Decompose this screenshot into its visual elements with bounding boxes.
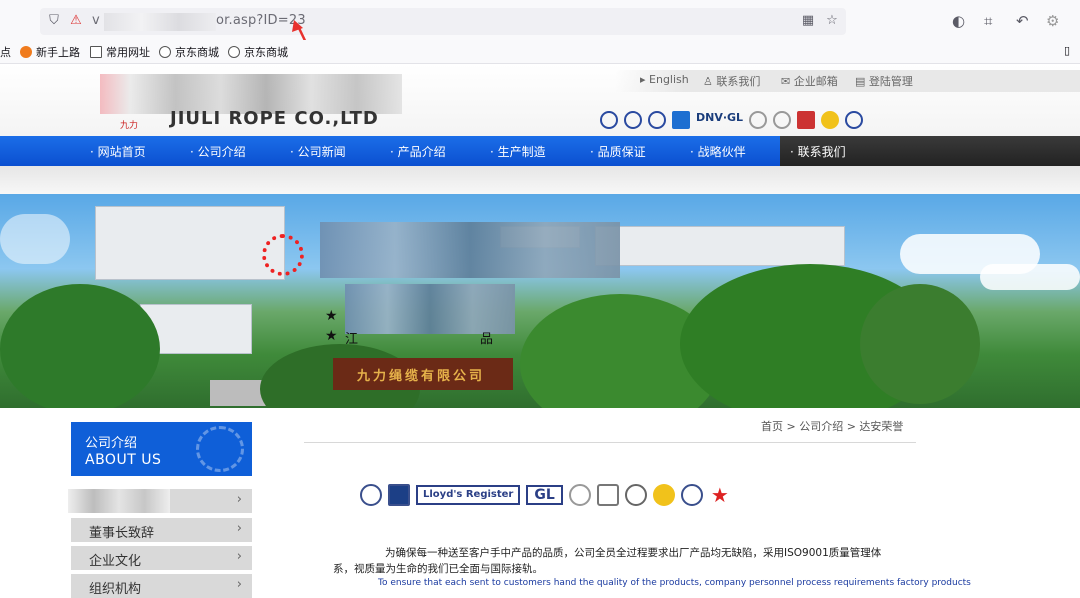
sidebar-item-redacted-text [68, 489, 170, 513]
sidebar-title: 公司介绍 [85, 436, 138, 451]
url-prefix: v [92, 13, 100, 28]
sub-nav-bar [0, 166, 1080, 194]
honor-emblem-icon [568, 484, 591, 506]
cert-icon [773, 111, 792, 129]
star-icon: ★ [325, 308, 338, 324]
intro-paragraph-cn: 为确保每一种送至客户手中产品的品质，公司全员全过程要求出厂产品均无缺陷，采用IS… [333, 547, 882, 575]
cert-icon [624, 111, 642, 129]
shield-icon[interactable]: ⛉ [46, 13, 62, 29]
nav-news[interactable]: · 公司新闻 [290, 143, 346, 160]
crop-icon[interactable]: ⌗ [984, 12, 992, 30]
lock-warning-icon[interactable]: ⚠ [68, 13, 84, 29]
undo-icon[interactable]: ↶ [1016, 12, 1029, 30]
honor-emblem-icon [388, 484, 410, 506]
qr-code-icon[interactable]: ▦ [800, 13, 816, 29]
company-sign: 九力绳缆有限公司 [333, 358, 513, 390]
certification-logos: DNV·GL [600, 110, 864, 130]
cert-icon [821, 111, 840, 129]
sidebar-item-chairman[interactable]: 董事长致辞 › [71, 518, 252, 542]
mobile-bookmarks-icon[interactable]: ▯ [1064, 44, 1070, 57]
banner-text: 江 [345, 332, 359, 347]
english-link[interactable]: ▸ English [640, 73, 689, 86]
mail-link[interactable]: ✉ 企业邮箱 [781, 73, 838, 89]
cert-icon [672, 111, 690, 129]
eagle-emblem-icon [596, 484, 619, 506]
cloud [980, 264, 1080, 290]
cert-icon [749, 111, 768, 129]
chevron-right-icon: › [236, 521, 242, 536]
nav-manufacturing[interactable]: · 生产制造 [490, 143, 546, 160]
building [595, 226, 845, 266]
intro-paragraph-en: To ensure that each sent to customers ha… [378, 578, 971, 588]
nav-products[interactable]: · 产品介绍 [390, 143, 446, 160]
nav-about[interactable]: · 公司介绍 [190, 143, 246, 160]
cloud [0, 214, 70, 264]
firefox-icon [20, 46, 32, 58]
honor-emblem-icon [680, 484, 703, 506]
star-icon: ★ [325, 328, 338, 344]
sidebar-item-label: 董事长致辞 [89, 526, 155, 541]
sidebar-item-culture[interactable]: 企业文化 › [71, 546, 252, 570]
honor-logos: Lloyd's Register GL ★ [360, 484, 731, 506]
company-emblem-icon [262, 234, 304, 276]
chevron-right-icon: › [236, 577, 242, 592]
sidebar-header: 公司介绍 ABOUT US [71, 422, 252, 476]
honor-badge-icon [652, 484, 675, 506]
bookmark-item[interactable]: 京东商城 [228, 44, 288, 60]
decorative-circle-icon [196, 426, 244, 472]
honor-emblem-icon [360, 484, 382, 506]
admin-login-link[interactable]: ▤ 登陆管理 [855, 73, 913, 89]
cert-icon [648, 111, 666, 129]
banner-text: 品 [480, 332, 494, 347]
cert-icon [600, 111, 618, 129]
sidebar-item-organization[interactable]: 组织机构 › [71, 574, 252, 598]
dnv-gl-logo: DNV·GL [696, 111, 744, 124]
divider [304, 442, 916, 443]
globe-icon [159, 46, 171, 58]
address-bar[interactable]: ⛉ ⚠ v or.asp?ID=23 ▦ ☆ [40, 8, 846, 35]
breadcrumb[interactable]: 首页 > 公司介绍 > 达安荣誉 [761, 418, 903, 434]
nav-quality[interactable]: · 品质保证 [590, 143, 646, 160]
building [95, 206, 285, 280]
bookmark-item[interactable]: 京东商城 [159, 44, 219, 60]
nav-contact[interactable]: · 联系我们 [790, 143, 846, 160]
nav-home[interactable]: · 网站首页 [90, 143, 146, 160]
sidebar-subtitle: ABOUT US [85, 452, 162, 468]
contact-link[interactable]: ♙ 联系我们 [703, 73, 760, 89]
red-star-icon: ★ [710, 483, 729, 507]
bookmarks-bar: 点 新手上路 常用网址 京东商城 京东商城 ▯ [0, 40, 1080, 64]
folder-icon [90, 46, 102, 58]
cert-icon [845, 111, 864, 129]
nav-partners[interactable]: · 战略伙伴 [690, 143, 746, 160]
bookmark-item[interactable]: 点 [0, 44, 11, 60]
sidebar-item-label: 组织机构 [89, 582, 142, 597]
gl-logo: GL [526, 485, 563, 505]
hero-banner: ★ ★ 江 品 [0, 194, 1080, 408]
browser-toolbar: ⛉ ⚠ v or.asp?ID=23 ▦ ☆ ◐ ⌗ ↶ ⚙ [0, 0, 1080, 40]
bookmark-item[interactable]: 常用网址 [90, 44, 150, 60]
banner-text-redacted [320, 222, 620, 278]
honor-emblem-icon [624, 484, 647, 506]
cert-icon [797, 111, 816, 129]
chevron-right-icon: › [236, 492, 242, 507]
banner-text-redacted [345, 284, 515, 334]
sidebar-item-label: 企业文化 [89, 554, 142, 569]
settings-icon[interactable]: ⚙ [1046, 12, 1059, 30]
tree [860, 284, 980, 404]
lloyds-register-logo: Lloyd's Register [416, 485, 521, 505]
tree [0, 284, 160, 408]
star-bookmark-icon[interactable]: ☆ [824, 13, 840, 29]
avatar-icon[interactable]: ◐ [952, 12, 965, 30]
chevron-right-icon: › [236, 549, 242, 564]
bookmark-item[interactable]: 新手上路 [20, 44, 80, 60]
url-redacted [104, 13, 216, 31]
logo-text[interactable]: JIULI ROPE CO.,LTD [170, 108, 379, 129]
globe-icon [228, 46, 240, 58]
